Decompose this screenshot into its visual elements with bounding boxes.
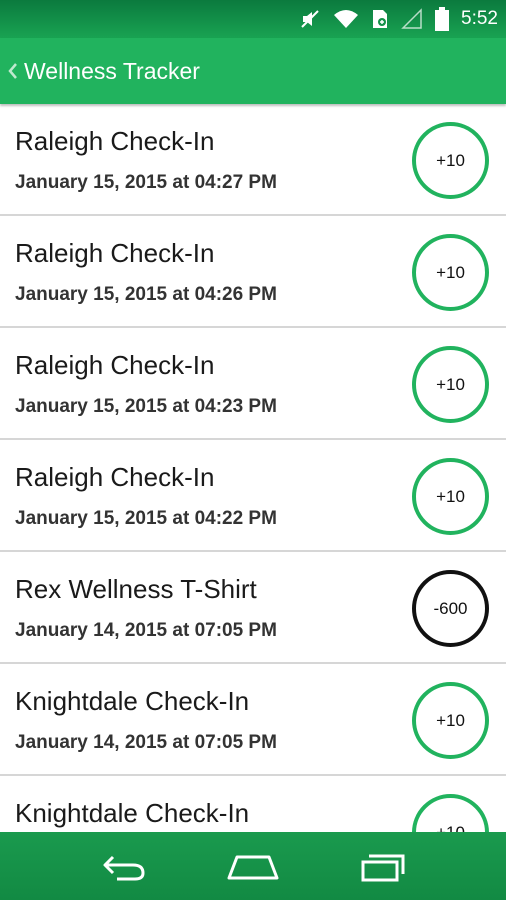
list-item[interactable]: Raleigh Check-In January 15, 2015 at 04:… xyxy=(0,440,506,552)
activity-date: January 14, 2015 at 07:05 PM xyxy=(15,732,277,753)
activity-date: January 15, 2015 at 04:27 PM xyxy=(15,172,277,193)
list-item[interactable]: Knightdale Check-In +10 xyxy=(0,776,506,832)
activity-date: January 15, 2015 at 04:23 PM xyxy=(15,396,277,417)
list-item[interactable]: Raleigh Check-In January 15, 2015 at 04:… xyxy=(0,104,506,216)
mute-icon xyxy=(299,8,321,30)
back-icon[interactable] xyxy=(84,841,164,891)
activity-title: Knightdale Check-In xyxy=(15,686,250,716)
app-title[interactable]: Wellness Tracker xyxy=(24,58,200,85)
activity-title: Rex Wellness T-Shirt xyxy=(15,574,257,604)
list-item[interactable]: Knightdale Check-In January 14, 2015 at … xyxy=(0,664,506,776)
signal-icon xyxy=(401,8,423,30)
activity-date: January 15, 2015 at 04:26 PM xyxy=(15,284,277,305)
wifi-icon xyxy=(333,9,359,29)
activity-title: Raleigh Check-In xyxy=(15,462,215,492)
activity-date: January 14, 2015 at 07:05 PM xyxy=(15,620,277,641)
points-badge: +10 xyxy=(412,682,489,759)
activity-title: Raleigh Check-In xyxy=(15,238,215,268)
activity-date: January 15, 2015 at 04:22 PM xyxy=(15,508,277,529)
recents-icon[interactable] xyxy=(342,841,422,891)
screen: 5:52 Wellness Tracker Raleigh Check-In J… xyxy=(0,0,506,900)
list-item[interactable]: Raleigh Check-In January 15, 2015 at 04:… xyxy=(0,216,506,328)
activity-title: Raleigh Check-In xyxy=(15,126,215,156)
sim-icon xyxy=(371,8,389,30)
status-bar: 5:52 xyxy=(0,0,506,38)
battery-icon xyxy=(435,7,450,31)
points-badge: -600 xyxy=(412,570,489,647)
points-badge: +10 xyxy=(412,234,489,311)
activity-title: Raleigh Check-In xyxy=(15,350,215,380)
points-badge: +10 xyxy=(412,346,489,423)
home-icon[interactable] xyxy=(213,841,293,891)
status-time: 5:52 xyxy=(461,8,498,29)
chevron-left-icon[interactable] xyxy=(4,62,22,80)
nav-bar xyxy=(0,832,506,900)
points-badge: +10 xyxy=(412,794,489,832)
points-badge: +10 xyxy=(412,458,489,535)
list-item[interactable]: Rex Wellness T-Shirt January 14, 2015 at… xyxy=(0,552,506,664)
app-bar: Wellness Tracker xyxy=(0,38,506,104)
activity-list[interactable]: Raleigh Check-In January 15, 2015 at 04:… xyxy=(0,104,506,832)
list-item[interactable]: Raleigh Check-In January 15, 2015 at 04:… xyxy=(0,328,506,440)
points-badge: +10 xyxy=(412,122,489,199)
activity-title: Knightdale Check-In xyxy=(15,798,250,828)
